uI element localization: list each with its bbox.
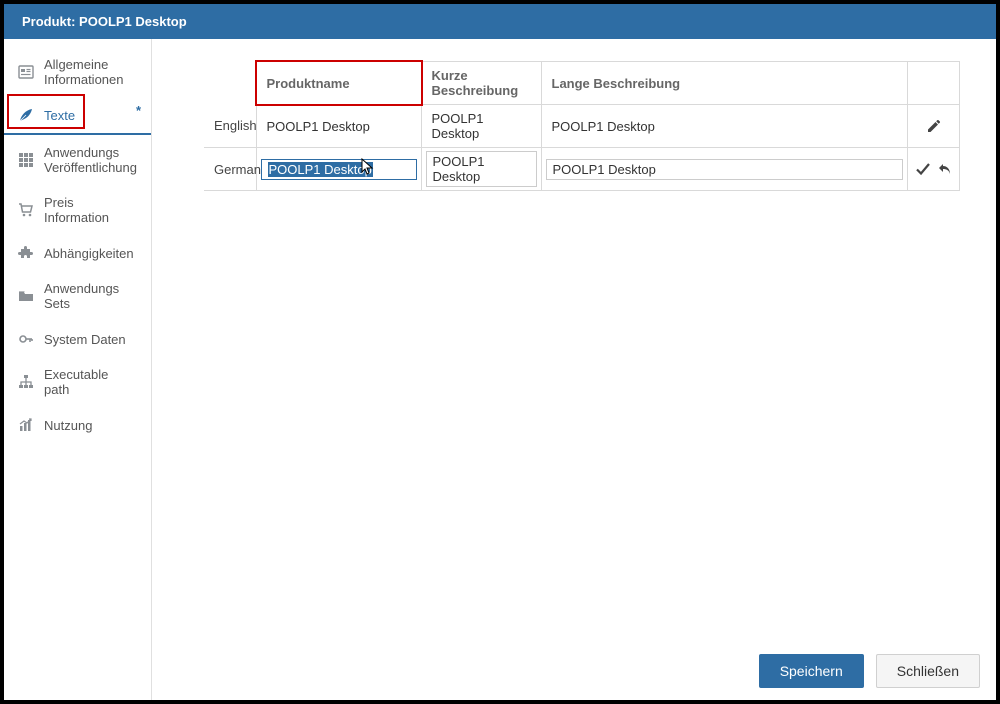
col-long-desc[interactable]: Lange Beschreibung [541,62,908,105]
long-input[interactable]: POOLP1 Desktop [546,159,904,180]
cell-short[interactable]: POOLP1 Desktop [421,105,541,148]
sidebar-item-label: Allgemeine Informationen [44,57,137,87]
col-actions [908,62,960,105]
col-short-desc[interactable]: Kurze Beschreibung [421,62,541,105]
sitemap-icon [18,374,34,390]
chart-icon [18,417,34,433]
dialog-body: Allgemeine Informationen Texte * Anwendu… [4,39,996,700]
cell-short-edit[interactable]: POOLP1 Desktop [421,148,541,191]
sidebar-item-executable-path[interactable]: Executable path [4,357,151,407]
row-lang: English [204,105,256,148]
close-button[interactable]: Schließen [876,654,980,688]
col-produktname[interactable]: Produktname [256,62,421,105]
cell-name[interactable]: POOLP1 Desktop [256,105,421,148]
cell-long-edit[interactable]: POOLP1 Desktop [541,148,908,191]
main-panel: Produktname Kurze Beschreibung Lange Bes… [152,39,996,700]
short-input[interactable]: POOLP1 Desktop [426,151,537,187]
sidebar-item-app-publish[interactable]: Anwendungs Veröffentlichung [4,135,151,185]
sidebar-item-general-info[interactable]: Allgemeine Informationen [4,47,151,97]
cell-long[interactable]: POOLP1 Desktop [541,105,908,148]
sidebar-item-label: Anwendungs Veröffentlichung [44,145,137,175]
cell-actions [908,148,960,191]
grid-icon [18,152,34,168]
col-lang [204,62,256,105]
input-selected-text: POOLP1 Desktop [268,162,373,177]
sidebar-item-label: Texte [44,108,75,123]
sidebar-item-label: Abhängigkeiten [44,246,134,261]
save-button[interactable]: Speichern [759,654,864,688]
cell-actions [908,105,960,148]
sidebar-item-label: Preis Information [44,195,137,225]
revert-icon[interactable] [937,161,953,177]
sidebar-item-texte[interactable]: Texte * [4,97,151,135]
sidebar-item-system-data[interactable]: System Daten [4,321,151,357]
title-text: Produkt: POOLP1 Desktop [22,14,187,29]
input-text: POOLP1 Desktop [553,162,656,177]
sidebar: Allgemeine Informationen Texte * Anwendu… [4,39,152,700]
feather-icon [18,107,34,123]
puzzle-icon [18,245,34,261]
texts-table: Produktname Kurze Beschreibung Lange Bes… [204,61,960,191]
input-text: POOLP1 Desktop [433,154,485,184]
sidebar-item-usage[interactable]: Nutzung [4,407,151,443]
col-label: Lange Beschreibung [552,76,681,91]
cell-name-edit[interactable]: POOLP1 Desktop [256,148,421,191]
info-card-icon [18,64,34,80]
sidebar-item-label: Executable path [44,367,137,397]
sidebar-item-dependencies[interactable]: Abhängigkeiten [4,235,151,271]
sidebar-item-app-sets[interactable]: Anwendungs Sets [4,271,151,321]
col-label: Kurze Beschreibung [432,68,519,98]
folder-icon [18,288,34,304]
row-lang: German [204,148,256,191]
col-label: Produktname [267,76,350,91]
key-icon [18,331,34,347]
name-input[interactable]: POOLP1 Desktop [261,159,417,180]
table-row: German POOLP1 Desktop POOLP1 Desktop [204,148,960,191]
table-header-row: Produktname Kurze Beschreibung Lange Bes… [204,62,960,105]
edit-icon[interactable] [926,118,942,134]
product-dialog: Produkt: POOLP1 Desktop Allgemeine Infor… [0,0,1000,704]
dirty-indicator: * [136,103,141,118]
sidebar-item-price-info[interactable]: Preis Information [4,185,151,235]
cart-icon [18,202,34,218]
sidebar-item-label: System Daten [44,332,126,347]
confirm-icon[interactable] [915,161,931,177]
dialog-footer: Speichern Schließen [759,654,980,688]
title-bar: Produkt: POOLP1 Desktop [4,4,996,39]
sidebar-item-label: Anwendungs Sets [44,281,137,311]
table-row: English POOLP1 Desktop POOLP1 Desktop PO… [204,105,960,148]
sidebar-item-label: Nutzung [44,418,92,433]
